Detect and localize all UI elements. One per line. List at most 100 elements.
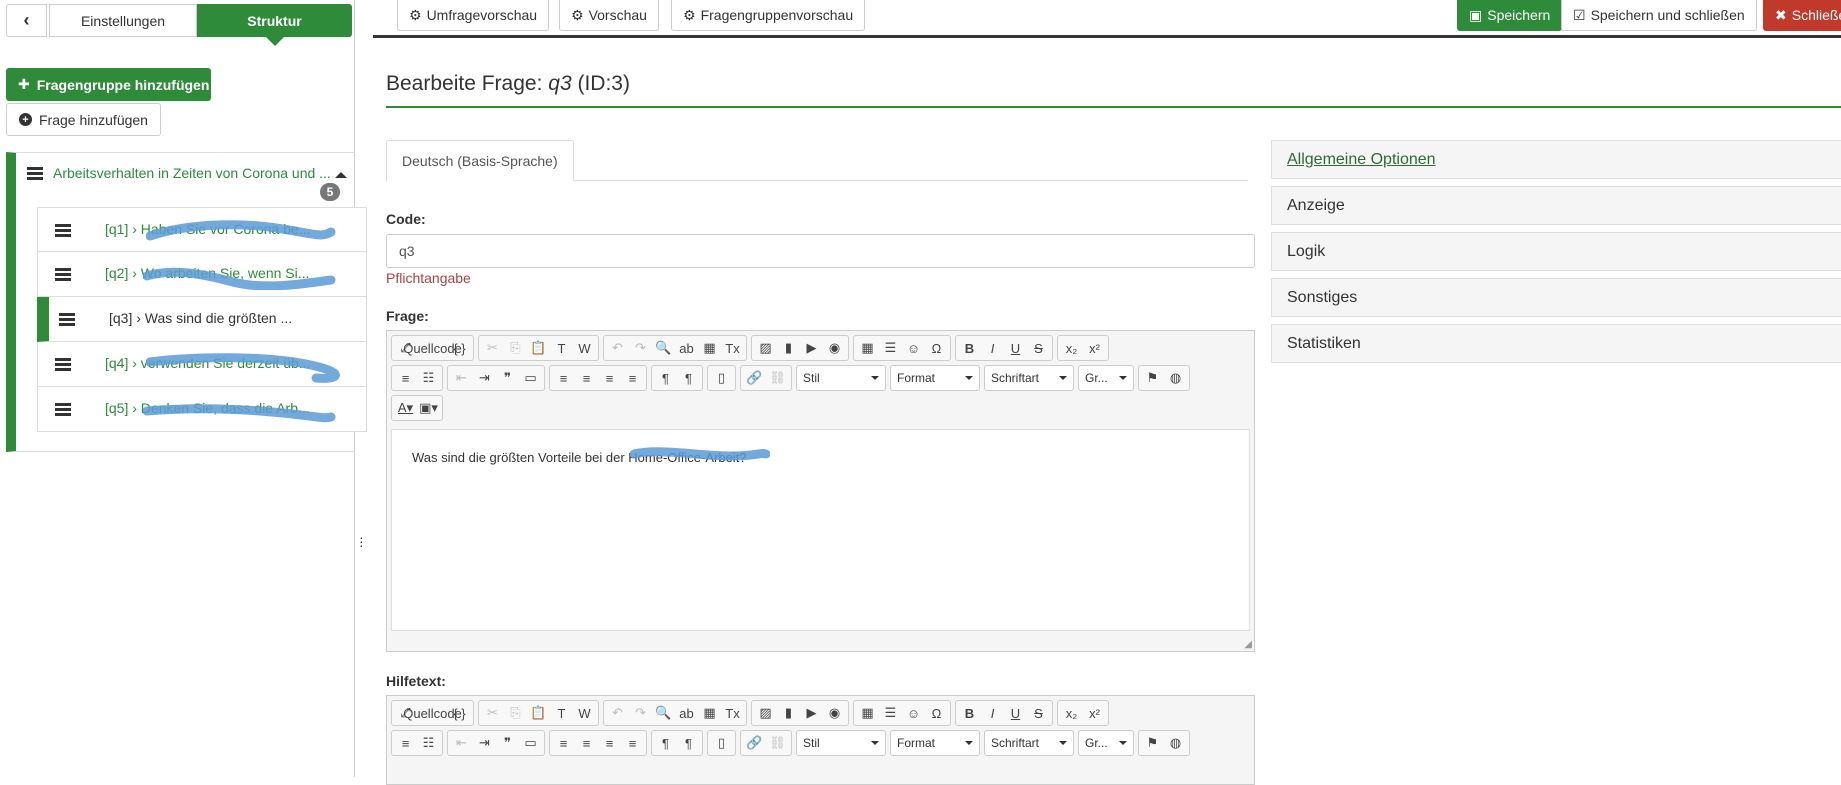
source-code-button[interactable]: Quellcode [403,337,462,359]
bullet-list-icon[interactable]: ☷ [417,367,440,389]
numbered-list-icon[interactable]: ≡ [394,367,417,389]
background-color-icon[interactable]: ▣▾ [417,397,440,419]
resize-handle-icon[interactable]: · · · [359,530,364,552]
question-item-label[interactable]: [q1] › Haben Sie vor Corona be... [105,221,310,237]
code-input[interactable]: q3 [386,234,1255,268]
cut-icon[interactable]: ✂ [481,337,504,359]
horizontal-rule-icon[interactable]: ☰ [879,337,902,359]
page-break-icon[interactable]: ▯ [710,367,733,389]
remove-format-icon[interactable]: Tx [721,337,744,359]
question-item-label[interactable]: [q3] › Was sind die größten ... [109,310,292,326]
add-question-group-button[interactable]: ✚ Fragengruppe hinzufügen [6,68,211,101]
div-icon[interactable]: ▭ [519,367,542,389]
template-icon[interactable]: { } [448,337,471,359]
find-icon[interactable]: 🔍 [652,337,675,359]
undo-icon[interactable]: ↶ [606,337,629,359]
paste-icon[interactable]: 📋 [527,702,550,724]
group-preview-button[interactable]: ⚙ Fragengruppenvorschau [671,0,866,31]
preview-button[interactable]: ⚙ Vorschau [559,0,659,31]
save-button[interactable]: ▣ Speichern [1457,0,1563,31]
subscript-icon[interactable]: x₂ [1060,337,1083,359]
align-justify-icon[interactable]: ≡ [621,367,644,389]
tab-language-german[interactable]: Deutsch (Basis-Sprache) [386,140,574,182]
superscript-icon[interactable]: x² [1083,702,1106,724]
question-group-header[interactable]: Arbeitsverhalten in Zeiten von Corona un… [16,153,355,207]
align-center-icon[interactable]: ≡ [575,732,598,754]
media-icon[interactable]: ▶ [800,702,823,724]
question-item-q1[interactable]: [q1] › Haben Sie vor Corona be... [37,207,367,252]
template-icon[interactable]: { } [448,702,471,724]
flash-icon[interactable]: ◉ [823,337,846,359]
link-icon[interactable]: 🔗 [743,367,766,389]
tab-settings[interactable]: Einstellungen [49,4,197,37]
question-item-q3[interactable]: [q3] › Was sind die größten ... [37,297,367,342]
tab-structure[interactable]: Struktur [197,4,352,46]
drag-handle-icon[interactable] [55,224,71,237]
paste-text-icon[interactable]: T [550,337,573,359]
indent-icon[interactable]: ⇥ [473,367,496,389]
globe-icon[interactable]: ◍ [1164,732,1187,754]
copy-icon[interactable]: ⎘ [504,337,527,359]
anchor-flag-icon[interactable]: ⚑ [1141,732,1164,754]
rtl-icon[interactable]: ¶ [677,732,700,754]
copy-icon[interactable]: ⎘ [504,702,527,724]
strikethrough-icon[interactable]: S [1027,337,1050,359]
size-select[interactable]: Gr... [1078,365,1134,391]
format-select[interactable]: Format [890,365,980,391]
cut-icon[interactable]: ✂ [481,702,504,724]
outdent-icon[interactable]: ⇤ [450,732,473,754]
unlink-icon[interactable]: ⛓ [766,732,789,754]
select-all-icon[interactable]: ▦ [698,702,721,724]
accordion-general-options[interactable]: Allgemeine Optionen [1271,140,1841,179]
image-icon[interactable]: ▨ [754,702,777,724]
align-left-icon[interactable]: ≡ [552,367,575,389]
outdent-icon[interactable]: ⇤ [450,367,473,389]
bullet-list-icon[interactable]: ☷ [417,732,440,754]
div-icon[interactable]: ▭ [519,732,542,754]
ltr-icon[interactable]: ¶ [654,732,677,754]
accordion-other[interactable]: Sonstiges [1271,278,1841,317]
paste-icon[interactable]: 📋 [527,337,550,359]
select-all-icon[interactable]: ▦ [698,337,721,359]
ltr-icon[interactable]: ¶ [654,367,677,389]
size-select[interactable]: Gr... [1078,730,1134,756]
question-item-label[interactable]: [q2] › Wo arbeiten Sie, wenn Si... [105,265,309,281]
align-right-icon[interactable]: ≡ [598,367,621,389]
question-group-title[interactable]: Arbeitsverhalten in Zeiten von Corona un… [53,165,333,181]
subscript-icon[interactable]: x₂ [1060,702,1083,724]
question-item-q2[interactable]: [q2] › Wo arbeiten Sie, wenn Si... [37,252,367,297]
replace-icon[interactable]: ab [675,337,698,359]
rtl-icon[interactable]: ¶ [677,367,700,389]
table-icon[interactable]: ▦ [856,702,879,724]
add-question-button[interactable]: + Frage hinzufügen [6,103,161,136]
smiley-icon[interactable]: ☺ [902,702,925,724]
drag-handle-icon[interactable] [55,358,71,371]
accordion-display[interactable]: Anzeige [1271,186,1841,225]
media-icon[interactable]: ▶ [800,337,823,359]
numbered-list-icon[interactable]: ≡ [394,732,417,754]
resize-grip-icon[interactable]: ◢ [1244,639,1252,650]
italic-icon[interactable]: I [981,337,1004,359]
paste-word-icon[interactable]: W [573,702,596,724]
redo-icon[interactable]: ↷ [629,702,652,724]
question-item-label[interactable]: [q5] › Denken Sie, dass die Arb... [105,400,310,416]
flash-icon[interactable]: ◉ [823,702,846,724]
align-center-icon[interactable]: ≡ [575,367,598,389]
font-select[interactable]: Schriftart [984,730,1074,756]
smiley-icon[interactable]: ☺ [902,337,925,359]
align-right-icon[interactable]: ≡ [598,732,621,754]
style-select[interactable]: Stil [796,365,886,391]
caret-up-icon[interactable] [335,172,347,178]
question-item-label[interactable]: [q4] › verwenden Sie derzeit üb... [105,355,310,371]
font-select[interactable]: Schriftart [984,365,1074,391]
question-item-q5[interactable]: [q5] › Denken Sie, dass die Arb... [37,387,367,432]
video-icon[interactable]: ▮ [777,337,800,359]
replace-icon[interactable]: ab [675,702,698,724]
accordion-statistics[interactable]: Statistiken [1271,324,1841,363]
table-icon[interactable]: ▦ [856,337,879,359]
align-justify-icon[interactable]: ≡ [621,732,644,754]
video-icon[interactable]: ▮ [777,702,800,724]
back-button[interactable]: ‹ [6,4,47,37]
link-icon[interactable]: 🔗 [743,732,766,754]
text-color-icon[interactable]: A▾ [394,397,417,419]
